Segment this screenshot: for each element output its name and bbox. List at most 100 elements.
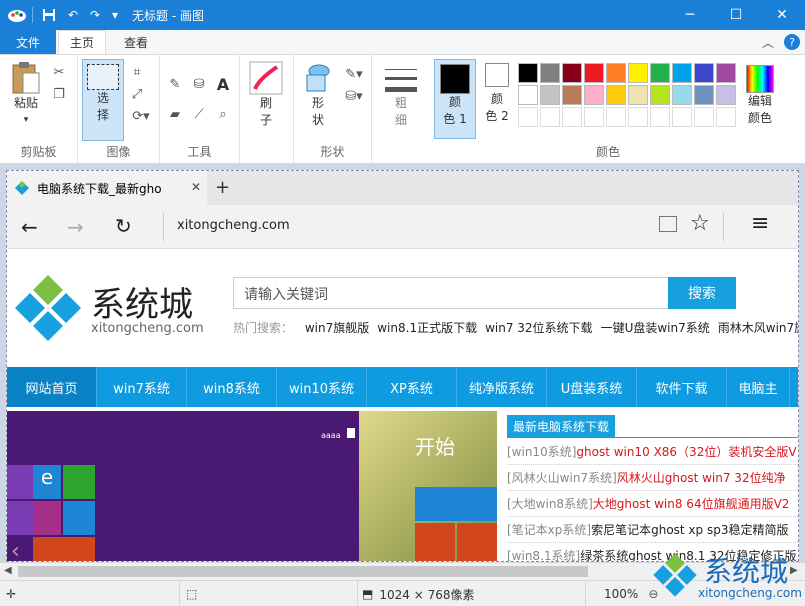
site-logo-text[interactable]: 系统城 xyxy=(91,277,193,326)
hot-search-item[interactable]: win7 32位系统下载 xyxy=(485,321,592,335)
color-swatch[interactable] xyxy=(540,63,560,83)
save-icon[interactable] xyxy=(40,6,58,24)
rotate-icon[interactable]: ⟳▾ xyxy=(128,107,154,125)
color-swatch[interactable] xyxy=(562,85,582,105)
help-icon[interactable]: ? xyxy=(784,34,800,50)
empty-color-swatch[interactable] xyxy=(716,107,736,127)
empty-color-swatch[interactable] xyxy=(694,107,714,127)
outline-icon[interactable]: ✎▾ xyxy=(342,65,366,83)
scroll-left-icon[interactable]: ◀ xyxy=(4,565,12,576)
redo-icon[interactable]: ↷ xyxy=(86,6,104,24)
resize-icon[interactable]: ⤢ xyxy=(128,85,146,103)
site-nav-item[interactable]: win8系统 xyxy=(187,367,277,407)
close-button[interactable]: ✕ xyxy=(759,0,805,30)
fill-shape-icon[interactable]: ⛁▾ xyxy=(342,87,366,105)
crop-icon[interactable]: ⌗ xyxy=(128,63,146,81)
site-search-button[interactable]: 搜索 xyxy=(668,277,736,309)
maximize-button[interactable]: ☐ xyxy=(713,0,759,30)
color-swatch[interactable] xyxy=(650,85,670,105)
prev-slide-icon[interactable]: ‹ xyxy=(11,539,20,561)
paste-button[interactable]: 粘贴 ▾ xyxy=(6,61,46,129)
empty-color-swatch[interactable] xyxy=(650,107,670,127)
color-swatch[interactable] xyxy=(606,85,626,105)
reading-view-icon[interactable] xyxy=(659,216,677,232)
copy-icon[interactable]: ❐ xyxy=(50,85,68,103)
color-swatch[interactable] xyxy=(716,63,736,83)
hot-search-item[interactable]: 雨林木风win7旗舰版 xyxy=(718,321,798,335)
hub-menu-icon[interactable]: ≡ xyxy=(751,211,769,236)
undo-icon[interactable]: ↶ xyxy=(64,6,82,24)
minimize-button[interactable]: ─ xyxy=(667,0,713,30)
site-nav-item[interactable]: U盘装系统 xyxy=(547,367,637,407)
close-tab-icon[interactable]: ✕ xyxy=(191,180,201,194)
url-field[interactable]: xitongcheng.com xyxy=(177,218,290,233)
select-button[interactable]: 选 择 xyxy=(82,59,124,141)
empty-color-swatch[interactable] xyxy=(584,107,604,127)
hot-search-item[interactable]: 一键U盘装win7系统 xyxy=(601,321,710,335)
color-swatch[interactable] xyxy=(562,63,582,83)
color-swatch[interactable] xyxy=(518,63,538,83)
back-icon[interactable]: ← xyxy=(21,215,38,239)
color-swatch[interactable] xyxy=(628,63,648,83)
site-nav-item[interactable]: 网站首页 xyxy=(7,367,97,407)
color1-button[interactable]: 颜 色 1 xyxy=(434,59,476,139)
pencil-icon[interactable]: ✎ xyxy=(166,75,184,93)
customize-quick-access-icon[interactable]: ▾ xyxy=(106,6,124,24)
news-title[interactable]: ghost win10 X86（32位）装机安全版V xyxy=(576,445,796,459)
site-nav-item[interactable]: win10系统 xyxy=(277,367,367,407)
empty-color-swatch[interactable] xyxy=(628,107,648,127)
hot-search-item[interactable]: win8.1正式版下载 xyxy=(377,321,477,335)
color-swatch[interactable] xyxy=(650,63,670,83)
color-swatch[interactable] xyxy=(694,63,714,83)
site-search-input[interactable]: 请输入关键词 xyxy=(233,277,669,309)
color-swatch[interactable] xyxy=(672,63,692,83)
empty-color-swatch[interactable] xyxy=(518,107,538,127)
color-swatch[interactable] xyxy=(540,85,560,105)
site-nav-item[interactable]: win7系统 xyxy=(97,367,187,407)
favorite-icon[interactable]: ☆ xyxy=(690,211,710,236)
forward-icon[interactable]: → xyxy=(67,215,84,239)
tab-file[interactable]: 文件 xyxy=(0,30,56,54)
color-swatch[interactable] xyxy=(584,85,604,105)
news-title[interactable]: 大地ghost win8 64位旗舰通用版V2 xyxy=(593,497,790,511)
site-nav-item[interactable]: 纯净版系统 xyxy=(457,367,547,407)
empty-color-swatch[interactable] xyxy=(606,107,626,127)
color-picker-icon[interactable]: ⟋ xyxy=(190,105,208,123)
new-tab-button[interactable]: + xyxy=(215,177,230,198)
news-item[interactable]: [win10系统]ghost win10 X86（32位）装机安全版V xyxy=(507,441,798,465)
site-nav-item[interactable]: 软件下载 xyxy=(637,367,727,407)
tab-view[interactable]: 查看 xyxy=(108,30,164,54)
empty-color-swatch[interactable] xyxy=(672,107,692,127)
news-item[interactable]: [大地win8系统]大地ghost win8 64位旗舰通用版V2 xyxy=(507,493,798,517)
color-swatch[interactable] xyxy=(694,85,714,105)
color-swatch[interactable] xyxy=(518,85,538,105)
color-swatch[interactable] xyxy=(584,63,604,83)
color2-button[interactable]: 颜 色 2 xyxy=(478,63,516,125)
color-swatch[interactable] xyxy=(716,85,736,105)
color-swatch[interactable] xyxy=(672,85,692,105)
canvas-image[interactable]: 电脑系统下载_最新gho ✕ + ← → ↻ xitongcheng.com ☆… xyxy=(6,170,799,562)
size-button[interactable]: 粗 细 xyxy=(380,65,422,129)
news-title[interactable]: 索尼笔记本ghost xp sp3稳定精简版 xyxy=(591,523,788,537)
edit-colors-button[interactable]: 编辑 颜色 xyxy=(740,65,780,127)
fill-icon[interactable]: ⛁ xyxy=(190,75,208,93)
eraser-icon[interactable]: ▰ xyxy=(166,105,184,123)
news-item[interactable]: [笔记本xp系统]索尼笔记本ghost xp sp3稳定精简版 xyxy=(507,519,798,543)
hot-search-item[interactable]: win7旗舰版 xyxy=(305,321,369,335)
news-title[interactable]: 风林火山ghost win7 32位纯净 xyxy=(617,471,786,485)
news-item[interactable]: [风林火山win7系统]风林火山ghost win7 32位纯净 xyxy=(507,467,798,491)
collapse-ribbon-icon[interactable]: ︿ xyxy=(762,34,774,51)
site-nav-item[interactable]: 电脑主 xyxy=(727,367,790,407)
empty-color-swatch[interactable] xyxy=(540,107,560,127)
magnifier-icon[interactable]: ⌕ xyxy=(214,105,232,123)
tab-home[interactable]: 主页 xyxy=(58,30,106,54)
site-nav-item[interactable]: XP系统 xyxy=(367,367,457,407)
empty-color-swatch[interactable] xyxy=(562,107,582,127)
shapes-button[interactable]: 形 状 xyxy=(298,61,338,129)
brushes-button[interactable]: 刷 子 xyxy=(246,61,286,129)
browser-tab[interactable]: 电脑系统下载_最新gho ✕ xyxy=(7,171,207,205)
color-swatch[interactable] xyxy=(606,63,626,83)
refresh-icon[interactable]: ↻ xyxy=(115,214,132,238)
cut-icon[interactable]: ✂ xyxy=(50,63,68,81)
text-icon[interactable]: A xyxy=(214,75,232,94)
